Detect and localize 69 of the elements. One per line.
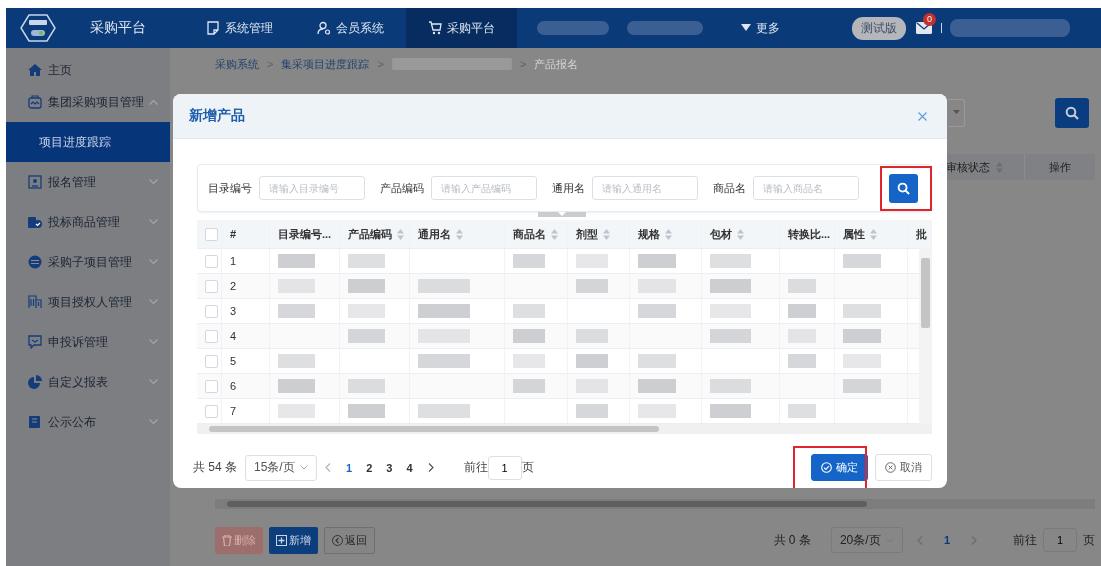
breadcrumb-separator: >	[377, 58, 384, 70]
dialog-title: 新增产品	[189, 107, 245, 125]
more-menu[interactable]: 更多	[741, 19, 780, 37]
sidebar-item[interactable]: 主页	[6, 58, 170, 82]
row-number: 6	[230, 380, 237, 392]
row-number: 5	[230, 355, 237, 367]
page-number[interactable]: 4	[399, 461, 420, 474]
column-header: 审核状态	[946, 159, 990, 175]
sidebar-item[interactable]: 采购子项目管理	[6, 242, 170, 282]
breadcrumb-link[interactable]: 集采项目进度跟踪	[281, 56, 370, 72]
column-header: 规格	[638, 226, 660, 242]
page-size-select[interactable]: 15条/页	[245, 454, 317, 481]
page-size-select[interactable]: 20条/页	[830, 527, 903, 553]
filter-label: 通用名	[552, 180, 585, 196]
breadcrumb-separator: >	[519, 58, 527, 70]
back-button[interactable]: 返回	[324, 526, 375, 554]
goto-label: 前往	[1013, 531, 1037, 549]
page-unit: 页	[521, 459, 534, 476]
page-input[interactable]: 1	[487, 455, 522, 480]
sidebar-item[interactable]: 公示公布	[6, 402, 170, 442]
nav-tab[interactable]: 会员系统	[295, 8, 406, 48]
row-number: 7	[230, 405, 237, 417]
breadcrumb-current: 产品报名	[534, 56, 579, 72]
row-number: 2	[230, 280, 237, 292]
row-number: 3	[230, 305, 237, 317]
column-header: #	[230, 228, 237, 240]
nav-tab[interactable]: 采购平台	[406, 8, 517, 48]
edition-badge: 测试版	[852, 16, 906, 40]
cancel-button[interactable]: 取消	[875, 454, 932, 481]
total-count: 共 54 条	[193, 459, 237, 476]
total-count: 共 0 条	[773, 531, 811, 549]
column-header: 批	[916, 226, 927, 242]
sidebar-item[interactable]: 自定义报表	[6, 362, 170, 402]
sidebar-item[interactable]: 申投诉管理	[6, 322, 170, 362]
sidebar-item[interactable]: 集团采购项目管理	[6, 82, 170, 122]
column-header: 操作	[1049, 159, 1071, 175]
page-input[interactable]: 1	[1043, 528, 1077, 552]
filter-input[interactable]: 请输入通用名	[592, 176, 698, 200]
add-button[interactable]: 新增	[269, 526, 318, 554]
sidebar-item[interactable]: 报名管理	[6, 162, 170, 202]
row-number: 1	[230, 255, 237, 267]
page-number[interactable]: 1	[936, 534, 957, 546]
page-number[interactable]: 3	[379, 461, 400, 474]
column-header: 产品编码	[348, 226, 392, 242]
row-number: 4	[230, 330, 237, 342]
page-unit: 页	[1083, 531, 1095, 549]
goto-label: 前往	[463, 459, 488, 476]
sidebar-item[interactable]: 项目授权人管理	[6, 282, 170, 322]
filter-label: 商品名	[713, 180, 746, 196]
column-header: 通用名	[418, 226, 451, 242]
filter-input[interactable]: 请输入目录编号	[259, 176, 365, 200]
breadcrumb-link[interactable]: 采购系统	[215, 56, 259, 72]
column-header: 包材	[710, 226, 732, 242]
sidebar-subitem[interactable]: 项目进度跟踪	[6, 122, 170, 162]
column-header: 商品名	[513, 226, 546, 242]
breadcrumb-separator: >	[267, 58, 274, 70]
filter-label: 目录编号	[208, 180, 252, 196]
column-header: 属性	[843, 226, 865, 242]
nav-tab[interactable]: 系统管理	[184, 8, 295, 48]
sidebar-item[interactable]: 投标商品管理	[6, 202, 170, 242]
platform-title: 采购平台	[90, 19, 146, 37]
notification-count: 0	[923, 13, 936, 26]
column-header: 转换比...	[788, 226, 831, 242]
column-header: 剂型	[576, 226, 598, 242]
page-number[interactable]: 2	[359, 461, 380, 474]
filter-label: 产品编码	[380, 180, 424, 196]
column-header: 目录编号...	[278, 226, 332, 242]
confirm-button[interactable]: 确定	[811, 454, 868, 481]
page-number[interactable]: 1	[339, 461, 360, 474]
